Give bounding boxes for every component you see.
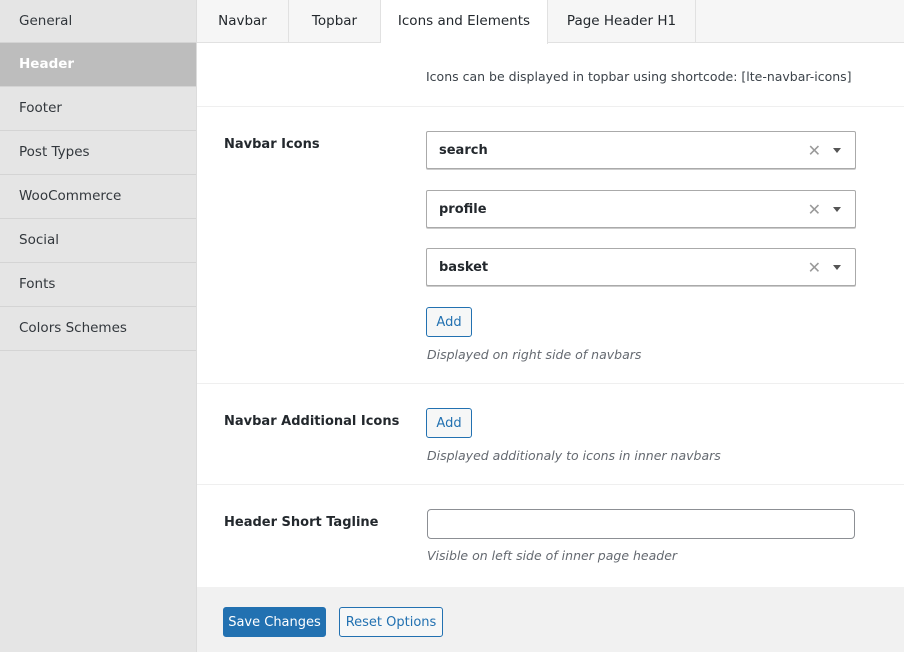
select-value: search (439, 143, 488, 158)
settings-main-panel: Navbar Topbar Icons and Elements Page He… (197, 0, 904, 652)
save-changes-button[interactable]: Save Changes (223, 607, 326, 637)
sidebar-item-footer[interactable]: Footer (0, 87, 196, 131)
header-short-tagline-label: Header Short Tagline (224, 515, 379, 530)
clear-icon[interactable]: ✕ (808, 200, 821, 219)
dropdown-arrow-icon[interactable] (833, 265, 841, 270)
tab-bar: Navbar Topbar Icons and Elements Page He… (197, 0, 904, 44)
sidebar-item-general[interactable]: General (0, 0, 196, 43)
add-navbar-additional-icon-button[interactable]: Add (426, 408, 472, 438)
clear-icon[interactable]: ✕ (808, 141, 821, 160)
select-value: profile (439, 202, 487, 217)
clear-icon[interactable]: ✕ (808, 258, 821, 277)
sidebar-item-social[interactable]: Social (0, 219, 196, 263)
form-footer: Save Changes Reset Options (197, 587, 904, 652)
tab-navbar[interactable]: Navbar (197, 0, 289, 43)
shortcode-info-row: Icons can be displayed in topbar using s… (197, 43, 904, 107)
sidebar-item-colors-schemes[interactable]: Colors Schemes (0, 307, 196, 351)
navbar-icon-select-profile[interactable]: profile ✕ (426, 190, 856, 228)
navbar-additional-icons-label: Navbar Additional Icons (224, 414, 400, 429)
settings-sidebar: General Header Footer Post Types WooComm… (0, 0, 197, 652)
sidebar-item-woocommerce[interactable]: WooCommerce (0, 175, 196, 219)
shortcode-info-text: Icons can be displayed in topbar using s… (426, 69, 852, 84)
select-value: basket (439, 260, 489, 275)
dropdown-arrow-icon[interactable] (833, 207, 841, 212)
add-navbar-icon-button[interactable]: Add (426, 307, 472, 337)
navbar-icon-select-search[interactable]: search ✕ (426, 131, 856, 169)
navbar-icons-section: Navbar Icons search ✕ profile ✕ basket ✕… (197, 107, 904, 384)
header-short-tagline-section: Header Short Tagline Visible on left sid… (197, 485, 904, 587)
navbar-additional-icons-section: Navbar Additional Icons Add Displayed ad… (197, 384, 904, 485)
dropdown-arrow-icon[interactable] (833, 148, 841, 153)
tab-icons-and-elements[interactable]: Icons and Elements (381, 0, 548, 44)
header-short-tagline-input[interactable] (427, 509, 855, 539)
header-short-tagline-description: Visible on left side of inner page heade… (427, 548, 678, 563)
sidebar-item-fonts[interactable]: Fonts (0, 263, 196, 307)
navbar-icons-label: Navbar Icons (224, 137, 320, 152)
navbar-additional-icons-description: Displayed additionaly to icons in inner … (427, 448, 721, 463)
tab-page-header-h1[interactable]: Page Header H1 (548, 0, 696, 43)
navbar-icon-select-basket[interactable]: basket ✕ (426, 248, 856, 286)
sidebar-item-header[interactable]: Header (0, 43, 196, 87)
navbar-icons-description: Displayed on right side of navbars (427, 347, 642, 362)
sidebar-item-post-types[interactable]: Post Types (0, 131, 196, 175)
reset-options-button[interactable]: Reset Options (339, 607, 443, 637)
tab-topbar[interactable]: Topbar (289, 0, 381, 43)
